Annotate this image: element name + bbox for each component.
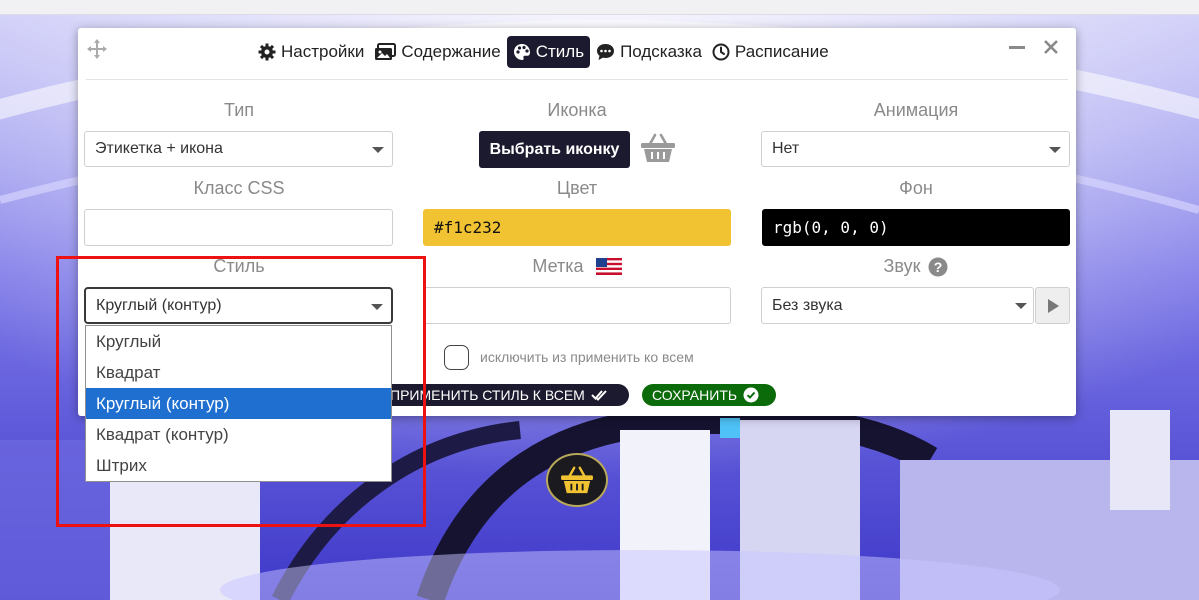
play-sound-button[interactable] (1035, 287, 1070, 324)
animation-select[interactable]: Нет (761, 131, 1070, 167)
minimize-icon (1009, 46, 1025, 49)
choose-icon-button[interactable]: Выбрать иконку (479, 131, 630, 168)
tab-schedule-label: Расписание (734, 42, 829, 61)
sound-select-value: Без звука (772, 296, 843, 314)
tab-settings[interactable]: Настройки (254, 36, 368, 68)
color-input[interactable]: #f1c232 (423, 209, 731, 246)
css-class-input[interactable] (84, 209, 393, 246)
browser-top-strip (0, 0, 1199, 15)
chevron-down-icon (372, 147, 384, 153)
tab-tooltip[interactable]: Подсказка (592, 36, 706, 68)
basket-icon (640, 132, 676, 169)
tab-content[interactable]: Содержание (370, 36, 504, 68)
color-label: Цвет (556, 178, 598, 198)
palette-icon (513, 44, 530, 60)
animation-select-value: Нет (772, 140, 800, 157)
highlight-rectangle (56, 256, 426, 527)
label-input[interactable] (423, 287, 731, 324)
us-flag-icon (595, 258, 622, 275)
comment-dots-icon (597, 44, 615, 60)
play-icon (1047, 298, 1059, 313)
close-icon (1044, 40, 1058, 54)
exclude-checkbox[interactable] (444, 345, 469, 370)
type-select[interactable]: Этикетка + икона (84, 131, 393, 167)
sound-select[interactable]: Без звука (761, 287, 1034, 324)
tab-settings-label: Настройки (281, 42, 365, 61)
type-select-value: Этикетка + икона (95, 140, 223, 157)
tab-tooltip-label: Подсказка (620, 42, 702, 61)
question-circle-icon[interactable]: ? (928, 257, 948, 277)
chevron-down-icon (1015, 303, 1027, 309)
label-field-label: Метка (532, 256, 584, 276)
tab-schedule[interactable]: Расписание (708, 36, 833, 68)
color-input-value: #f1c232 (434, 218, 502, 237)
save-button[interactable]: СОХРАНИТЬ (642, 384, 776, 406)
editor-tabs: Настройки Содержание Стиль Подсказка Рас… (254, 35, 833, 69)
images-icon (375, 43, 397, 60)
tab-content-label: Содержание (401, 42, 501, 61)
sound-header: Звук ? (761, 256, 1071, 277)
type-label: Тип (223, 100, 254, 120)
save-button-label: СОХРАНИТЬ (652, 387, 738, 403)
background-label: Фон (899, 178, 933, 198)
gear-icon (258, 43, 276, 61)
minimize-button[interactable] (1006, 36, 1028, 58)
background-input[interactable]: rgb(0, 0, 0) (762, 209, 1070, 246)
background-input-value: rgb(0, 0, 0) (773, 218, 889, 237)
close-button[interactable] (1040, 36, 1062, 58)
hotspot-marker[interactable] (546, 453, 608, 507)
css-class-label: Класс CSS (193, 178, 285, 198)
label-field-header: Метка (422, 256, 732, 277)
tab-style-label: Стиль (535, 42, 585, 61)
tabs-divider (86, 79, 1068, 80)
tab-style[interactable]: Стиль (506, 36, 591, 68)
svg-text:?: ? (934, 259, 943, 275)
animation-label: Анимация (873, 100, 959, 120)
exclude-label: исключить из применить ко всем (480, 349, 694, 365)
move-icon[interactable] (86, 38, 108, 60)
check-circle-icon (743, 387, 759, 403)
basket-icon (561, 466, 593, 494)
chevron-down-icon (1049, 147, 1061, 153)
icon-label: Иконка (547, 100, 607, 120)
double-check-icon (591, 390, 607, 401)
sound-label: Звук (883, 256, 921, 276)
clock-icon (712, 43, 730, 61)
